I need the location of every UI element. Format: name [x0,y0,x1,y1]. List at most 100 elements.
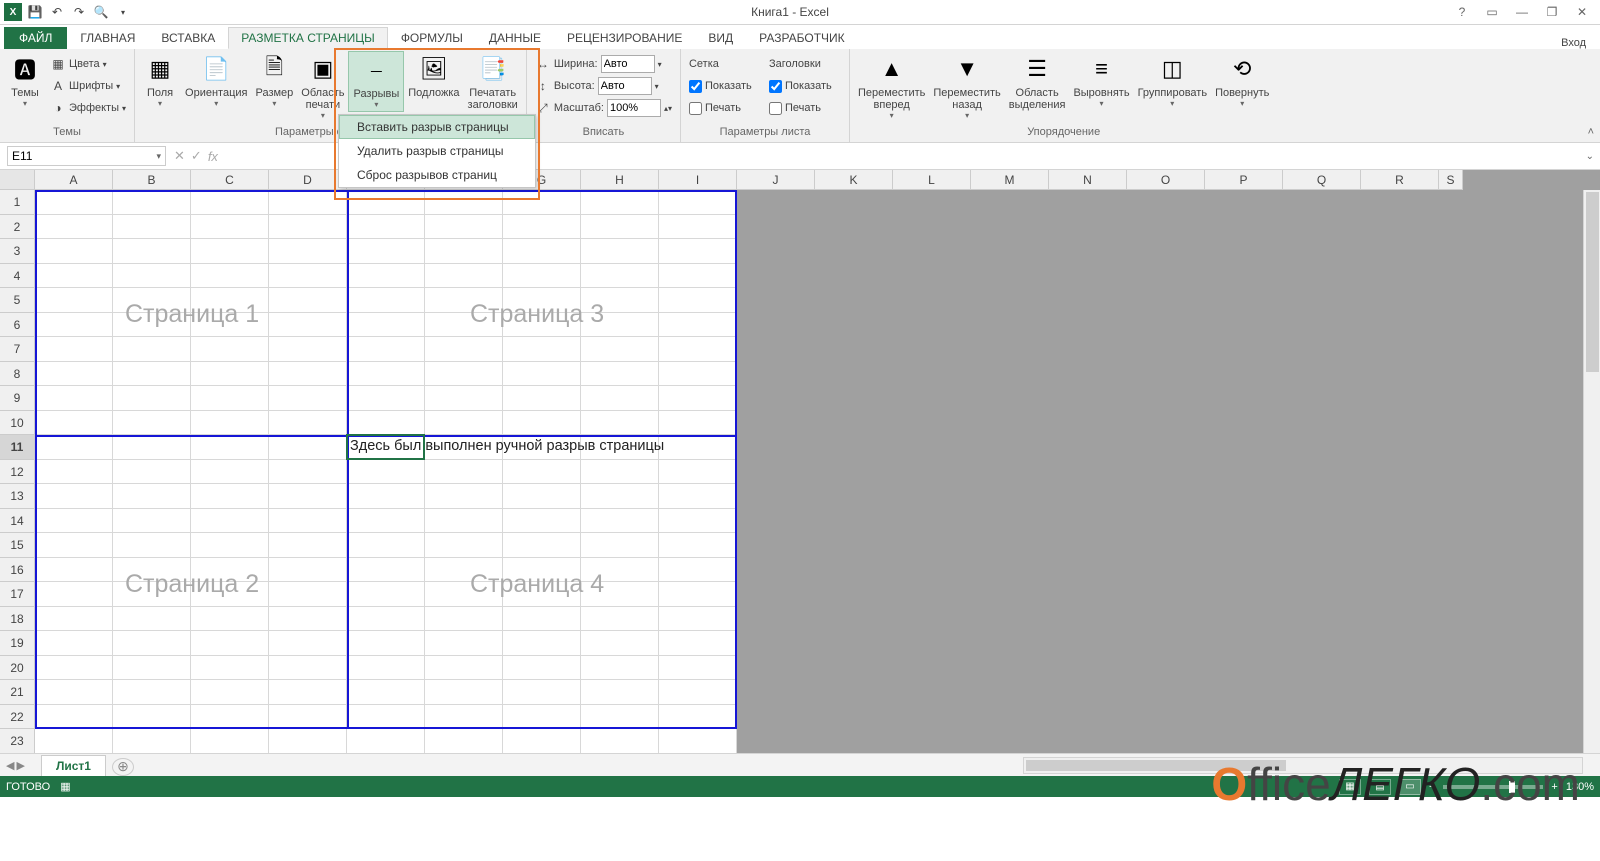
cell[interactable] [581,264,659,289]
cell[interactable] [659,264,737,289]
row-header[interactable]: 7 [0,337,35,362]
close-icon[interactable]: ✕ [1568,3,1596,21]
cell[interactable] [347,631,425,656]
cell[interactable] [35,239,113,264]
cell[interactable] [503,435,581,460]
cell[interactable] [581,386,659,411]
cell[interactable] [503,729,581,753]
cell[interactable] [269,680,347,705]
cell[interactable] [581,313,659,338]
cell[interactable] [347,656,425,681]
headings-show-checkbox[interactable] [769,80,782,93]
cell[interactable] [113,288,191,313]
row-header[interactable]: 21 [0,680,35,705]
cell[interactable] [35,264,113,289]
print-titles-button[interactable]: 📑Печатать заголовки [464,51,522,113]
rotate-button[interactable]: ⟲Повернуть [1211,51,1273,110]
cell[interactable] [113,705,191,730]
cell[interactable] [659,337,737,362]
cell[interactable] [113,239,191,264]
cell[interactable] [425,411,503,436]
select-all-button[interactable] [0,170,35,190]
row-header[interactable]: 22 [0,705,35,730]
cell[interactable] [35,460,113,485]
cell[interactable] [581,680,659,705]
row-header[interactable]: 13 [0,484,35,509]
col-header[interactable]: C [191,170,269,190]
cell[interactable] [35,386,113,411]
cell[interactable] [35,288,113,313]
cell[interactable] [659,313,737,338]
redo-icon[interactable]: ↷ [70,3,88,21]
cell[interactable] [113,411,191,436]
cell[interactable] [269,509,347,534]
cell[interactable] [35,337,113,362]
cell[interactable] [581,215,659,240]
cell[interactable] [425,362,503,387]
background-button[interactable]: 🖼Подложка [404,51,463,101]
cell[interactable] [503,533,581,558]
insert-break-item[interactable]: Вставить разрыв страницы [339,115,535,139]
cell[interactable] [503,509,581,534]
cell[interactable] [269,337,347,362]
row-header[interactable]: 15 [0,533,35,558]
cell[interactable] [347,509,425,534]
cell[interactable] [425,460,503,485]
cell[interactable] [503,337,581,362]
vertical-page-break[interactable] [347,190,349,729]
cell[interactable] [191,607,269,632]
cell[interactable] [347,239,425,264]
tab-developer[interactable]: РАЗРАБОТЧИК [746,27,858,49]
cell[interactable] [347,362,425,387]
cell[interactable] [581,288,659,313]
save-icon[interactable]: 💾 [26,3,44,21]
cell[interactable] [113,337,191,362]
print-area-button[interactable]: ▣Область печати [297,51,348,122]
cell[interactable] [191,631,269,656]
tab-data[interactable]: ДАННЫЕ [476,27,554,49]
cell[interactable] [191,190,269,215]
cell[interactable] [269,386,347,411]
tab-page-layout[interactable]: РАЗМЕТКА СТРАНИЦЫ [228,27,388,49]
cell[interactable] [659,607,737,632]
cell[interactable] [581,460,659,485]
cell[interactable] [113,190,191,215]
col-header[interactable]: I [659,170,737,190]
cell[interactable] [503,386,581,411]
scrollbar-thumb[interactable] [1026,760,1286,771]
cell[interactable] [659,631,737,656]
sheet-nav-prev-icon[interactable]: ◀ [6,759,14,772]
cell[interactable] [581,656,659,681]
cell[interactable] [35,411,113,436]
cell[interactable] [269,239,347,264]
cell[interactable] [191,656,269,681]
cell[interactable] [269,729,347,753]
cell[interactable] [425,607,503,632]
vertical-scrollbar[interactable] [1583,190,1600,753]
login-link[interactable]: Вход [1561,37,1600,49]
row-header[interactable]: 9 [0,386,35,411]
cell[interactable] [659,288,737,313]
cell[interactable] [425,264,503,289]
cell[interactable] [347,705,425,730]
tab-review[interactable]: РЕЦЕНЗИРОВАНИЕ [554,27,695,49]
cell[interactable] [269,607,347,632]
cell[interactable] [581,190,659,215]
cell[interactable] [113,264,191,289]
cell[interactable] [425,239,503,264]
formula-enter-icon[interactable]: ✓ [191,148,202,164]
name-box[interactable]: E11▾ [7,146,166,166]
row-header[interactable]: 8 [0,362,35,387]
cell[interactable] [191,558,269,583]
row-header[interactable]: 10 [0,411,35,436]
cell[interactable] [659,435,737,460]
cell[interactable] [191,460,269,485]
view-page-break-icon[interactable]: ▭ [1399,779,1421,795]
group-button[interactable]: ◫Группировать [1134,51,1212,110]
cell[interactable] [503,215,581,240]
cell[interactable] [269,264,347,289]
row-header[interactable]: 16 [0,558,35,583]
view-normal-icon[interactable]: ▦ [1339,779,1361,795]
cell[interactable] [659,509,737,534]
col-header[interactable]: K [815,170,893,190]
